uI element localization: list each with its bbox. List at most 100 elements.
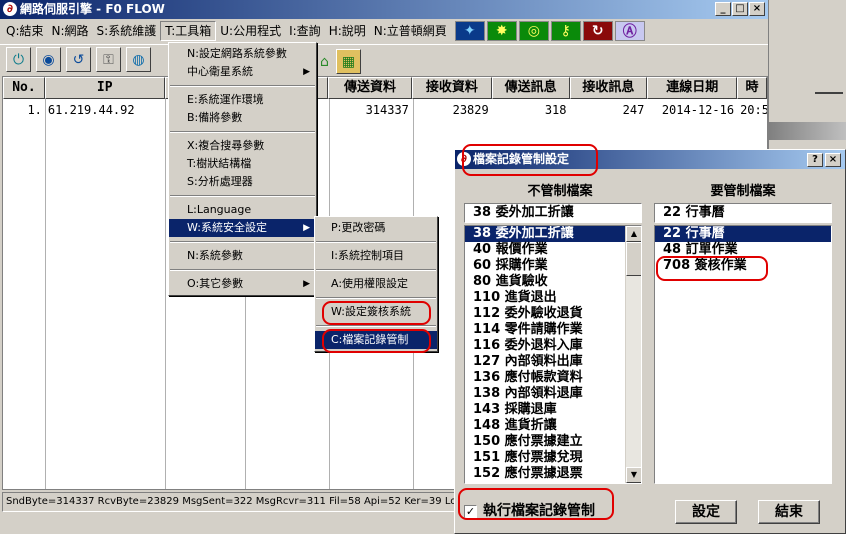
grid-icon[interactable]: ▦ <box>336 49 361 74</box>
antenna-icon[interactable]: Ⓐ <box>614 21 645 41</box>
menu-item-search-params[interactable]: X:複合搜尋參數 <box>169 137 316 155</box>
menu-lipton-web[interactable]: N:立普頓網頁 <box>370 21 451 41</box>
list-scrollbar[interactable]: ▲ ▼ <box>625 226 641 483</box>
close-button[interactable]: × <box>749 2 765 16</box>
main-title-bar: ∂ 網路伺服引擎 - F0 FLOW _ □ × <box>0 0 768 19</box>
list-item[interactable]: 80 進貨驗收 <box>465 274 641 290</box>
scroll-down-icon[interactable]: ▼ <box>626 467 641 483</box>
minimize-button[interactable]: _ <box>715 2 731 16</box>
col-no[interactable]: No. <box>3 77 45 99</box>
menu-quit[interactable]: Q:結束 <box>2 21 48 41</box>
connect-icon[interactable]: ◉ <box>36 47 61 72</box>
menu-item-change-password[interactable]: P:更改密碼 <box>315 219 437 237</box>
menu-separator <box>316 297 436 299</box>
highlight-ring <box>656 256 768 281</box>
menu-item-permissions[interactable]: A:使用權限設定 <box>315 275 437 293</box>
menu-item-satellite-system[interactable]: 中心衛星系統 ▶ <box>169 63 316 81</box>
menu-item-system-control[interactable]: I:系統控制項目 <box>315 247 437 265</box>
set-button[interactable]: 設定 <box>675 500 737 524</box>
list-item[interactable]: 114 零件請購作業 <box>465 322 641 338</box>
restore-button[interactable]: □ <box>732 2 748 16</box>
cell-ip: 61.219.44.92 <box>47 103 135 117</box>
list-item[interactable]: 143 採購退庫 <box>465 402 641 418</box>
menu-utilities[interactable]: U:公用程式 <box>216 21 285 41</box>
key-icon[interactable]: ⚿ <box>96 47 121 72</box>
gear-icon[interactable]: ✸ <box>486 21 517 41</box>
menu-toolbox[interactable]: T:工具箱 <box>160 21 217 41</box>
table-row[interactable]: 1. 61.219.44.92 314337 23829 318 247 201… <box>3 99 767 121</box>
cell-time: 20:5 <box>740 103 768 117</box>
menu-network[interactable]: N:網路 <box>48 21 93 41</box>
list-item[interactable]: 151 應付票據兌現 <box>465 450 641 466</box>
list-item[interactable]: 40 報價作業 <box>465 242 641 258</box>
key-icon[interactable]: ⚷ <box>550 21 581 41</box>
col-sent-data[interactable]: 傳送資料 <box>328 77 412 99</box>
col-received-data[interactable]: 接收資料 <box>411 77 492 99</box>
menu-item-tree-file[interactable]: T:樹狀結構檔 <box>169 155 316 173</box>
dialog-close-button[interactable]: × <box>825 153 841 167</box>
list-item[interactable]: 112 委外驗收退貨 <box>465 306 641 322</box>
col-connection-date[interactable]: 連線日期 <box>647 77 738 99</box>
menu-help[interactable]: H:說明 <box>325 21 370 41</box>
grid-line <box>165 99 166 489</box>
menu-item-security-settings[interactable]: W:系統安全設定 ▶ <box>169 219 316 237</box>
menu-item-language[interactable]: L:Language <box>169 201 316 219</box>
list-item[interactable]: 138 內部領料退庫 <box>465 386 641 402</box>
menu-item-network-params[interactable]: N:設定網路系統參數 <box>169 45 316 63</box>
scroll-up-icon[interactable]: ▲ <box>626 226 641 242</box>
highlight-ring <box>462 144 598 176</box>
menu-item-label: 中心衛星系統 <box>187 65 253 78</box>
highlight-ring <box>458 488 614 520</box>
reload-icon[interactable]: ↺ <box>66 47 91 72</box>
menu-item-other-params[interactable]: O:其它參數 ▶ <box>169 275 316 293</box>
cell-received-messages: 247 <box>622 103 645 117</box>
power-icon[interactable]: ⏻ <box>6 47 31 72</box>
cell-sent-data: 314337 <box>365 103 409 117</box>
menu-separator <box>170 131 315 133</box>
list-item[interactable]: 136 應付帳款資料 <box>465 370 641 386</box>
menu-separator <box>316 241 436 243</box>
menu-separator <box>316 269 436 271</box>
list-item[interactable]: 38 委外加工折讓 <box>465 226 641 242</box>
col-sent-messages[interactable]: 傳送訊息 <box>491 77 570 99</box>
uncontrolled-current-field[interactable]: 38 委外加工折讓 <box>464 203 642 223</box>
menu-separator <box>170 241 315 243</box>
background-window-inactive-titlebar <box>769 122 846 140</box>
menu-separator <box>316 325 436 327</box>
menu-query[interactable]: I:查詢 <box>285 21 325 41</box>
globe-icon[interactable]: ◍ <box>126 47 151 72</box>
menu-item-analyzer[interactable]: S:分析處理器 <box>169 173 316 191</box>
list-item[interactable]: 127 內部領料出庫 <box>465 354 641 370</box>
controlled-current-field[interactable]: 22 行事曆 <box>654 203 832 223</box>
list-item[interactable]: 60 採購作業 <box>465 258 641 274</box>
help-button[interactable]: ? <box>807 153 823 167</box>
background-window-minimize-mark <box>815 92 843 94</box>
uncontrolled-files-list[interactable]: 38 委外加工折讓 40 報價作業 60 採購作業 80 進貨驗收 110 進貨… <box>464 225 642 484</box>
exit-button[interactable]: 結束 <box>758 500 820 524</box>
refresh-icon[interactable]: ↻ <box>582 21 613 41</box>
list-item[interactable]: 148 進貨折讓 <box>465 418 641 434</box>
col-ip[interactable]: IP <box>44 77 165 99</box>
list-item[interactable]: 116 委外退料入庫 <box>465 338 641 354</box>
grid-header: No. IP 傳送資料 接收資料 傳送訊息 接收訊息 連線日期 時 <box>3 77 767 99</box>
menu-item-environment[interactable]: E:系統運作環境 <box>169 91 316 109</box>
controlled-files-header: 要管制檔案 <box>710 184 776 199</box>
menu-item-backup-params[interactable]: B:備將參數 <box>169 109 316 127</box>
list-item[interactable]: 152 應付票據退票 <box>465 466 641 482</box>
target-icon[interactable]: ◎ <box>518 21 549 41</box>
list-item[interactable]: 150 應付票據建立 <box>465 434 641 450</box>
main-window-title: 網路伺服引擎 - F0 FLOW <box>20 2 165 16</box>
list-item[interactable]: 22 行事曆 <box>655 226 831 242</box>
col-received-messages[interactable]: 接收訊息 <box>569 77 648 99</box>
list-item[interactable]: 110 進貨退出 <box>465 290 641 306</box>
cell-no: 1. <box>27 103 42 117</box>
network-icon[interactable]: ✦ <box>454 21 485 41</box>
menu-separator <box>170 195 315 197</box>
col-time[interactable]: 時 <box>737 77 767 99</box>
menu-system-maintenance[interactable]: S:系統維護 <box>93 21 161 41</box>
scroll-thumb[interactable] <box>626 242 641 276</box>
cell-connection-date: 2014-12-16 <box>661 103 735 117</box>
menu-item-system-params[interactable]: N:系統參數 <box>169 247 316 265</box>
uncontrolled-files-header: 不管制檔案 <box>527 184 593 199</box>
toolbar: ⏻ ◉ ↺ ⚿ ◍ <box>0 44 768 74</box>
